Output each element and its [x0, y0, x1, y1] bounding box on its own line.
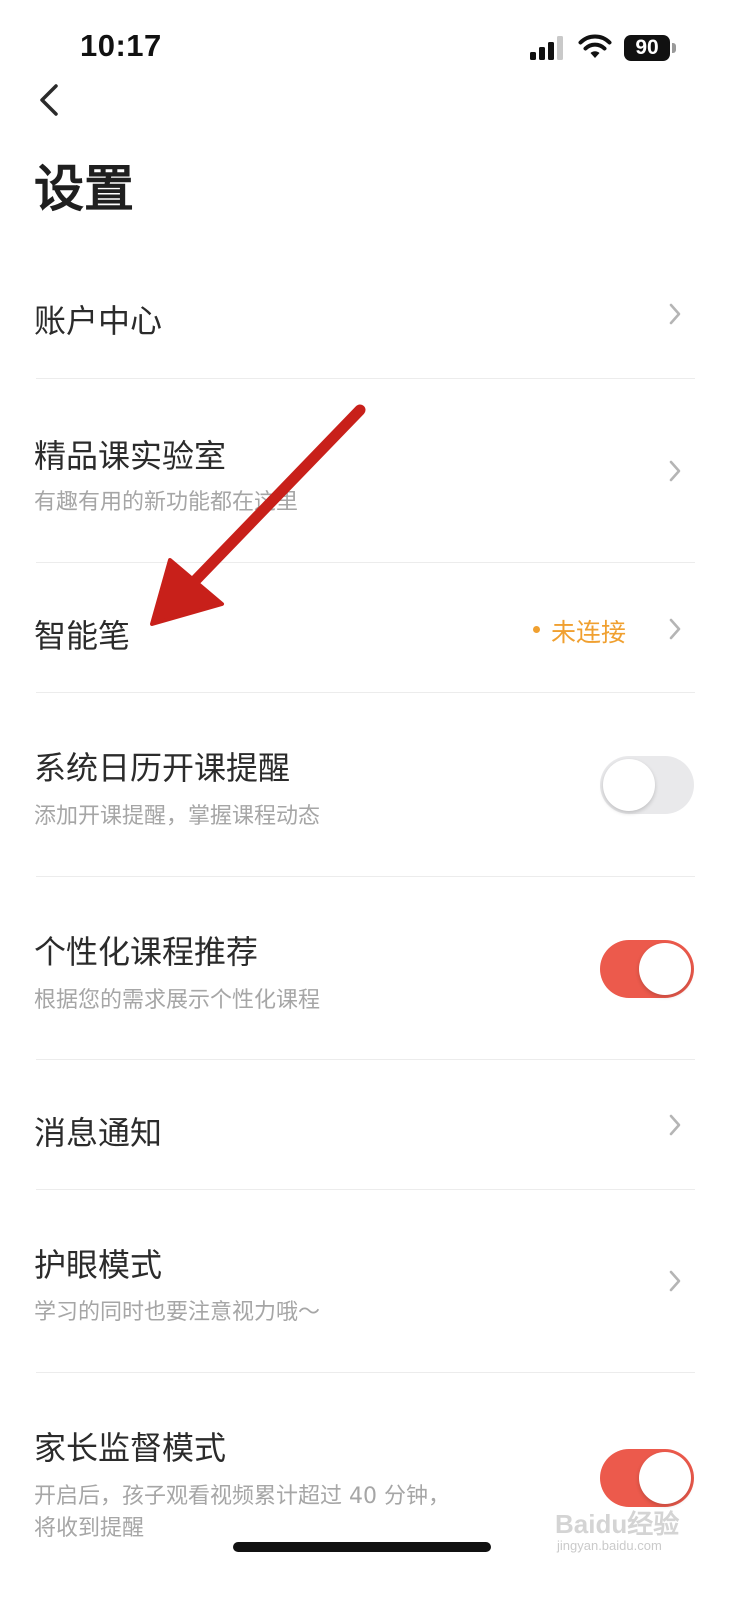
toggle-knob: [639, 1452, 691, 1504]
battery-icon: 90: [624, 35, 676, 61]
settings-row-account-center[interactable]: 账户中心: [0, 252, 739, 379]
settings-row-personalized[interactable]: 个性化课程推荐 根据您的需求展示个性化课程: [0, 877, 739, 1060]
toggle-knob: [639, 943, 691, 995]
row-title: 账户中心: [34, 302, 163, 340]
wifi-icon: [578, 34, 612, 58]
row-title: 个性化课程推荐: [34, 933, 259, 971]
chevron-right-icon: [669, 1114, 681, 1136]
calendar-reminder-toggle[interactable]: [600, 756, 694, 814]
personalized-recommendation-toggle[interactable]: [600, 940, 694, 998]
status-time: 10:17: [80, 28, 162, 63]
row-subtitle: 根据您的需求展示个性化课程: [34, 988, 321, 1013]
chevron-right-icon: [669, 1270, 681, 1292]
row-subtitle: 有趣有用的新功能都在这里: [34, 490, 299, 515]
status-dot: [533, 626, 540, 633]
row-title: 系统日历开课提醒: [34, 749, 291, 787]
page-title: 设置: [34, 160, 134, 218]
row-subtitle-line1: 开启后，孩子观看视频累计超过 40 分钟，: [34, 1484, 450, 1509]
settings-list: 账户中心 精品课实验室 有趣有用的新功能都在这里 智能笔 未连接 系统日历开课提…: [0, 252, 739, 1563]
settings-row-calendar-reminder[interactable]: 系统日历开课提醒 添加开课提醒，掌握课程动态: [0, 693, 739, 877]
chevron-right-icon: [669, 618, 681, 640]
connection-status: 未连接: [551, 618, 627, 647]
row-subtitle: 学习的同时也要注意视力哦～: [34, 1300, 321, 1325]
battery-level: 90: [624, 35, 670, 61]
parental-mode-toggle[interactable]: [600, 1449, 694, 1507]
row-title: 消息通知: [34, 1114, 163, 1152]
row-title: 智能笔: [34, 617, 131, 655]
signal-icon: [530, 36, 563, 60]
chevron-left-icon: [40, 84, 58, 116]
settings-row-smart-pen[interactable]: 智能笔 未连接: [0, 563, 739, 693]
settings-row-notifications[interactable]: 消息通知: [0, 1060, 739, 1190]
row-title: 精品课实验室: [34, 437, 227, 475]
settings-row-eye-care[interactable]: 护眼模式 学习的同时也要注意视力哦～: [0, 1190, 739, 1373]
row-subtitle: 添加开课提醒，掌握课程动态: [34, 804, 321, 829]
chevron-right-icon: [669, 303, 681, 325]
row-subtitle-line2: 将收到提醒: [34, 1516, 145, 1541]
settings-row-parental[interactable]: 家长监督模式 开启后，孩子观看视频累计超过 40 分钟， 将收到提醒: [0, 1373, 739, 1563]
home-indicator[interactable]: [233, 1542, 491, 1552]
settings-row-lab[interactable]: 精品课实验室 有趣有用的新功能都在这里: [0, 379, 739, 563]
status-bar: 10:17 90: [0, 0, 739, 96]
row-title: 护眼模式: [34, 1246, 163, 1284]
back-button[interactable]: [30, 76, 74, 124]
chevron-right-icon: [669, 460, 681, 482]
row-title: 家长监督模式: [34, 1429, 227, 1467]
toggle-knob: [603, 759, 655, 811]
